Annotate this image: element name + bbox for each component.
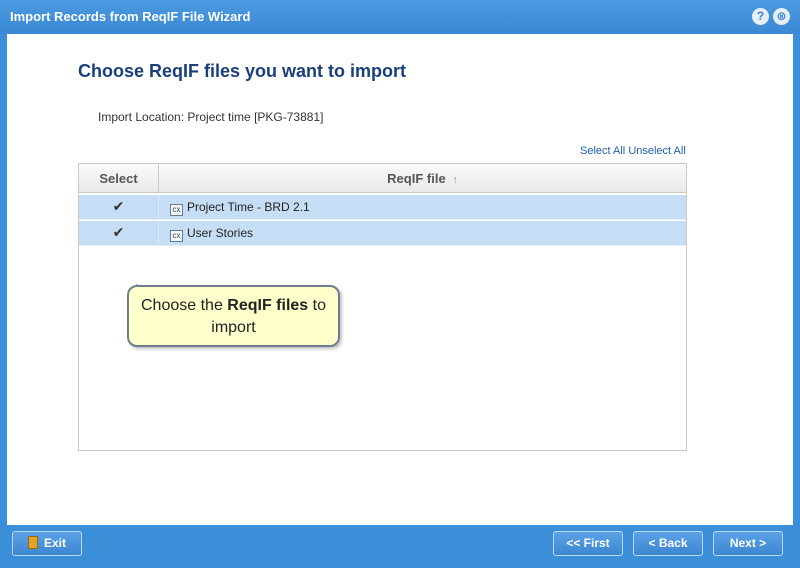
selection-links: Select All Unselect All [580, 145, 686, 157]
next-button[interactable]: Next > [713, 531, 783, 556]
table-row[interactable]: ✔ cx User Stories [79, 221, 686, 246]
file-name: Project Time - BRD 2.1 [187, 200, 310, 214]
callout-text-bold: ReqIF files [227, 297, 309, 314]
exit-door-icon [27, 536, 38, 549]
select-all-link[interactable]: Select All [580, 145, 625, 157]
select-cell[interactable]: ✔ [79, 195, 159, 220]
column-header-label: ReqIF file [387, 171, 446, 186]
callout-text-before: Choose the [141, 297, 228, 314]
back-button[interactable]: < Back [633, 531, 703, 556]
file-cell: cx User Stories [170, 226, 253, 242]
wizard-window: Import Records from ReqIF File Wizard ? … [0, 0, 800, 568]
callout-tooltip: Choose the ReqIF files to import [127, 285, 340, 347]
row-checkbox[interactable]: ✔ [112, 225, 126, 239]
help-icon[interactable]: ? [752, 8, 769, 25]
table-row[interactable]: ✔ cx Project Time - BRD 2.1 [79, 195, 686, 220]
exit-label: Exit [43, 536, 66, 550]
file-name: User Stories [187, 226, 254, 240]
window-title: Import Records from ReqIF File Wizard [10, 9, 251, 24]
row-checkbox[interactable]: ✔ [112, 199, 126, 213]
reqif-file-icon: cx [170, 204, 183, 216]
select-cell[interactable]: ✔ [79, 221, 159, 246]
grid-header: Select ReqIF file ↑ [79, 164, 686, 193]
first-button[interactable]: << First [553, 531, 623, 556]
column-header-select[interactable]: Select [79, 164, 159, 193]
file-cell: cx Project Time - BRD 2.1 [170, 200, 310, 216]
import-location: Import Location: Project time [PKG-73881… [98, 110, 324, 124]
exit-button[interactable]: Exit [12, 531, 82, 556]
wizard-footer: Exit << First < Back Next > [0, 525, 800, 568]
reqif-file-icon: cx [170, 230, 183, 242]
page-title: Choose ReqIF files you want to import [78, 61, 407, 81]
unselect-all-link[interactable]: Unselect All [628, 145, 685, 157]
title-bar: Import Records from ReqIF File Wizard ? … [0, 0, 800, 34]
sort-ascending-icon: ↑ [452, 174, 458, 186]
column-header-reqif-file[interactable]: ReqIF file ↑ [159, 164, 686, 193]
close-icon[interactable]: ⊗ [773, 8, 790, 25]
